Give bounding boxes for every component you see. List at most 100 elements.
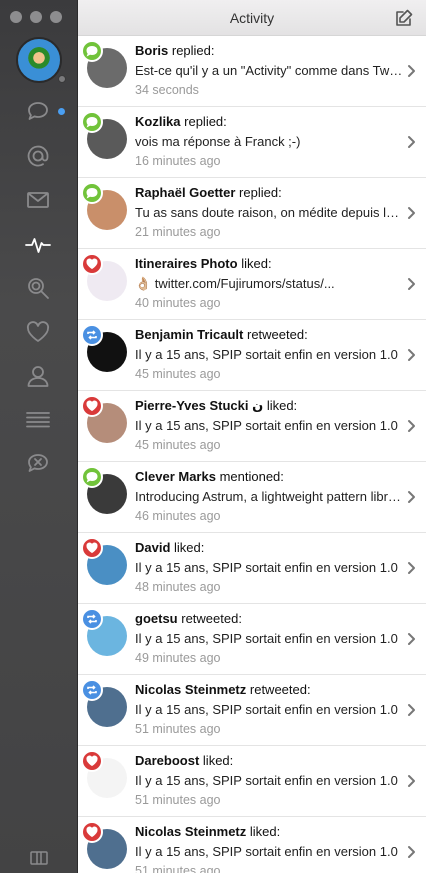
chevron-right-icon[interactable] — [407, 64, 417, 78]
timestamp: 51 minutes ago — [135, 864, 221, 873]
activity-panel: Activity Boris replied: Est-ce qu'il y a … — [78, 0, 426, 873]
sidebar — [0, 0, 78, 873]
activity-row[interactable]: Dareboost liked: Il y a 15 ans, SPIP sort… — [78, 746, 426, 817]
activity-row[interactable]: Benjamin Tricault retweeted: Il y a 15 an… — [78, 320, 426, 391]
activity-header: Kozlika replied: — [135, 114, 406, 129]
mentions-icon[interactable] — [23, 141, 53, 171]
minimize-window-button[interactable] — [30, 11, 42, 23]
title-bar: Activity — [78, 0, 426, 36]
activity-row[interactable]: Nicolas Steinmetz retweeted: Il y a 15 an… — [78, 675, 426, 746]
action-label: replied: — [239, 185, 282, 200]
window-title: Activity — [229, 9, 275, 26]
like-badge-icon — [81, 821, 103, 843]
activity-row[interactable]: Pierre-Yves Stucki ن liked: Il y a 15 ans… — [78, 391, 426, 462]
action-label: liked: — [266, 398, 298, 413]
mail-icon[interactable] — [23, 185, 53, 215]
mention-badge-icon — [81, 466, 103, 488]
activity-row[interactable]: Nicolas Steinmetz liked: Il y a 15 ans, S… — [78, 817, 426, 873]
activity-row[interactable]: Clever Marks mentioned: Introducing Astru… — [78, 462, 426, 533]
chevron-right-icon[interactable] — [407, 703, 417, 717]
reply-badge-icon — [81, 182, 103, 204]
activity-header: Clever Marks mentioned: — [135, 469, 406, 484]
activity-header: Pierre-Yves Stucki ن liked: — [135, 398, 406, 414]
muted-icon[interactable] — [23, 449, 53, 479]
timestamp: 40 minutes ago — [135, 296, 221, 310]
likes-icon[interactable] — [23, 317, 53, 347]
action-label: retweeted: — [249, 682, 311, 697]
user-name[interactable]: Itineraires Photo — [135, 256, 238, 271]
chevron-right-icon[interactable] — [407, 845, 417, 859]
timestamp: 45 minutes ago — [135, 438, 221, 452]
user-name[interactable]: goetsu — [135, 611, 178, 626]
timestamp: 51 minutes ago — [135, 722, 221, 736]
chevron-right-icon[interactable] — [407, 490, 417, 504]
activity-icon[interactable] — [23, 229, 53, 259]
timestamp: 34 seconds — [135, 83, 199, 97]
tweet-text: Il y a 15 ans, SPIP sortait enfin en ver… — [135, 702, 398, 717]
activity-row[interactable]: Itineraires Photo liked: 👌🏼 twitter.com/F… — [78, 249, 426, 320]
chevron-right-icon[interactable] — [407, 419, 417, 433]
chevron-right-icon[interactable] — [407, 348, 417, 362]
activity-header: Itineraires Photo liked: — [135, 256, 406, 271]
action-label: liked: — [174, 540, 205, 555]
activity-header: Dareboost liked: — [135, 753, 406, 768]
user-name[interactable]: Nicolas Steinmetz — [135, 682, 246, 697]
reply-badge-icon — [81, 40, 103, 62]
action-label: replied: — [171, 43, 215, 58]
timestamp: 16 minutes ago — [135, 154, 221, 168]
action-label: retweeted: — [181, 611, 242, 626]
chevron-right-icon[interactable] — [407, 561, 417, 575]
profile-icon[interactable] — [23, 361, 53, 391]
timestamp: 48 minutes ago — [135, 580, 221, 594]
user-name[interactable]: Benjamin Tricault — [135, 327, 243, 342]
user-name[interactable]: Kozlika — [135, 114, 181, 129]
activity-feed: Boris replied: Est-ce qu'il y a un "Activ… — [78, 36, 426, 873]
chevron-right-icon[interactable] — [407, 206, 417, 220]
user-name[interactable]: Raphaël Goetter — [135, 185, 235, 200]
user-name[interactable]: Clever Marks — [135, 469, 216, 484]
messages-icon[interactable] — [23, 97, 53, 127]
columns-icon[interactable] — [30, 851, 48, 865]
action-label: liked: — [241, 256, 272, 271]
user-name[interactable]: David — [135, 540, 170, 555]
search-icon[interactable] — [23, 273, 53, 303]
tweet-text: Introducing Astrum, a lightweight patter… — [135, 489, 404, 504]
activity-row[interactable]: goetsu retweeted: Il y a 15 ans, SPIP sor… — [78, 604, 426, 675]
chevron-right-icon[interactable] — [407, 774, 417, 788]
tweet-text: Est-ce qu'il y a un "Activity" comme dan… — [135, 63, 404, 78]
activity-header: Raphaël Goetter replied: — [135, 185, 406, 200]
user-name[interactable]: Nicolas Steinmetz — [135, 824, 246, 839]
tweet-text: Il y a 15 ans, SPIP sortait enfin en ver… — [135, 418, 398, 433]
timestamp: 45 minutes ago — [135, 367, 221, 381]
compose-icon[interactable] — [394, 8, 414, 28]
user-name[interactable]: Boris — [135, 43, 168, 58]
timestamp: 46 minutes ago — [135, 509, 221, 523]
tweet-text: vois ma réponse à Franck ;-) — [135, 134, 301, 149]
like-badge-icon — [81, 253, 103, 275]
tweet-text: 👌🏼 twitter.com/Fujirumors/status/... — [135, 276, 335, 291]
activity-row[interactable]: David liked: Il y a 15 ans, SPIP sortait … — [78, 533, 426, 604]
user-name[interactable]: Pierre-Yves Stucki ن — [135, 398, 263, 413]
activity-header: Boris replied: — [135, 43, 406, 58]
retweet-badge-icon — [81, 608, 103, 630]
chevron-right-icon[interactable] — [407, 632, 417, 646]
activity-row[interactable]: Kozlika replied: vois ma réponse à Franck… — [78, 107, 426, 178]
activity-row[interactable]: Raphaël Goetter replied: Tu as sans doute… — [78, 178, 426, 249]
activity-header: Benjamin Tricault retweeted: — [135, 327, 406, 342]
lists-icon[interactable] — [23, 405, 53, 435]
close-window-button[interactable] — [10, 11, 22, 23]
like-badge-icon — [81, 395, 103, 417]
chevron-right-icon[interactable] — [407, 277, 417, 291]
like-badge-icon — [81, 537, 103, 559]
timestamp: 21 minutes ago — [135, 225, 221, 239]
action-label: mentioned: — [219, 469, 284, 484]
zoom-window-button[interactable] — [50, 11, 62, 23]
activity-header: goetsu retweeted: — [135, 611, 406, 626]
activity-row[interactable]: Boris replied: Est-ce qu'il y a un "Activ… — [78, 36, 426, 107]
user-name[interactable]: Dareboost — [135, 753, 199, 768]
reply-badge-icon — [81, 111, 103, 133]
profile-avatar[interactable] — [16, 37, 62, 83]
chevron-right-icon[interactable] — [407, 135, 417, 149]
timestamp: 49 minutes ago — [135, 651, 221, 665]
tweet-text: Il y a 15 ans, SPIP sortait enfin en ver… — [135, 631, 398, 646]
